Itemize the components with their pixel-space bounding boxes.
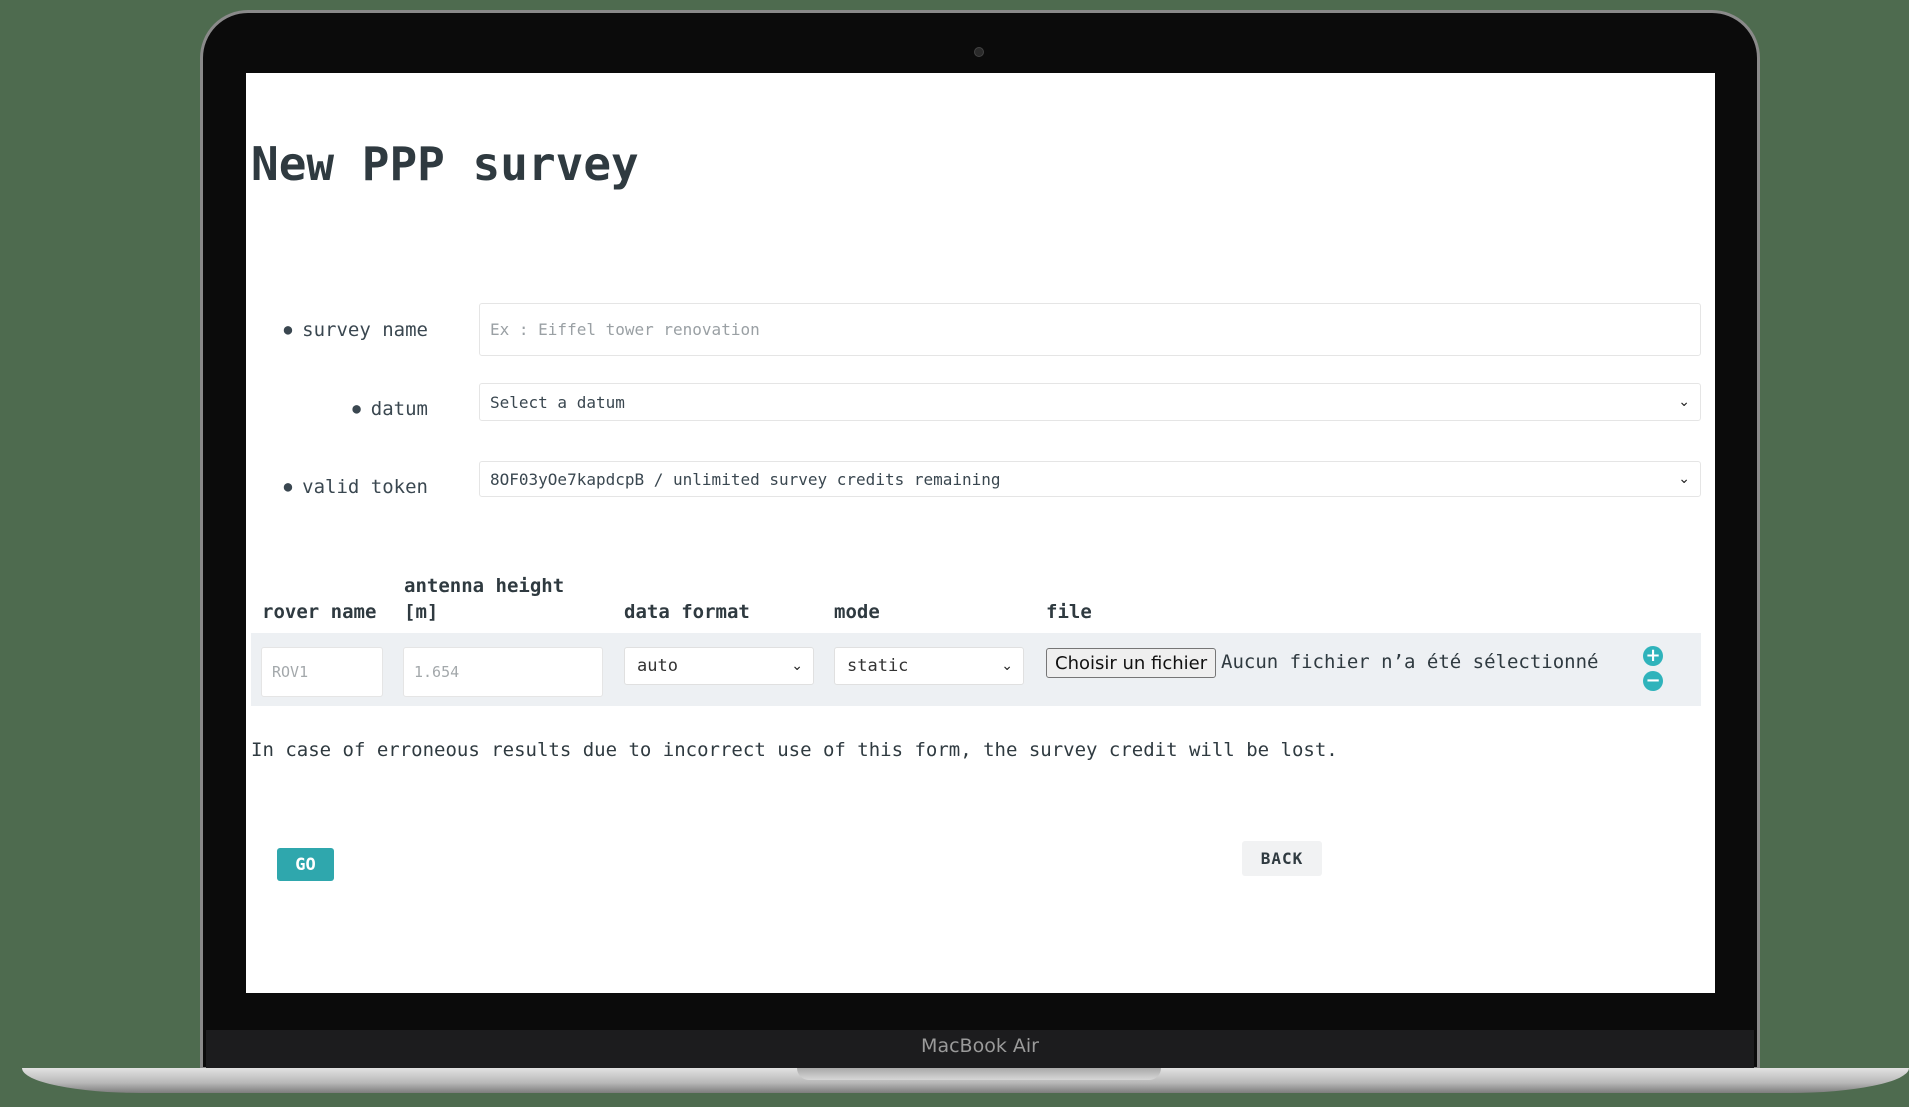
datum-select[interactable]: Select a datum ⌄ (479, 383, 1701, 421)
chevron-down-icon: ⌄ (1001, 658, 1013, 674)
plus-circle-icon[interactable]: + (1643, 646, 1663, 666)
header-antenna-height: antenna height [m] (404, 573, 564, 625)
choose-file-button[interactable]: Choisir un fichier (1046, 648, 1217, 678)
minus-circle-icon[interactable]: − (1643, 671, 1663, 691)
valid-token-select[interactable]: 8OF03yOe7kapdcpB / unlimited survey cred… (479, 461, 1701, 497)
antenna-height-placeholder: 1.654 (414, 663, 460, 681)
survey-name-label: ● survey name (284, 319, 428, 341)
valid-token-selected: 8OF03yOe7kapdcpB / unlimited survey cred… (490, 469, 1001, 489)
page-title: New PPP survey (251, 137, 639, 191)
file-status: Aucun fichier n’a été sélectionné (1221, 651, 1599, 673)
go-button[interactable]: GO (277, 848, 334, 881)
eye-icon: ● (352, 401, 361, 417)
datum-label: ● datum (352, 398, 428, 420)
header-antenna-height-line2: [m] (404, 601, 439, 623)
data-format-selected: auto (637, 656, 678, 676)
eye-icon: ● (283, 322, 293, 338)
chevron-down-icon: ⌄ (1678, 394, 1690, 410)
camera-dot (974, 47, 984, 57)
valid-token-label-text: valid token (302, 476, 428, 498)
back-button[interactable]: BACK (1242, 841, 1322, 876)
chevron-down-icon: ⌄ (1678, 471, 1690, 487)
eye-icon: ● (283, 479, 293, 495)
header-data-format: data format (624, 601, 750, 623)
brand-label: MacBook Air (921, 1035, 1039, 1057)
datum-selected: Select a datum (490, 392, 625, 412)
credit-warning: In case of erroneous results due to inco… (251, 739, 1338, 761)
survey-name-placeholder: Ex : Eiffel tower renovation (490, 320, 760, 339)
data-format-select[interactable]: auto ⌄ (624, 647, 814, 685)
mode-selected: static (847, 656, 909, 676)
header-mode: mode (834, 601, 880, 623)
mode-select[interactable]: static ⌄ (834, 647, 1024, 685)
rover-name-placeholder: ROV1 (272, 663, 309, 681)
chevron-down-icon: ⌄ (791, 658, 803, 674)
rover-name-input[interactable]: ROV1 (261, 647, 383, 697)
survey-name-label-text: survey name (302, 319, 428, 341)
survey-name-input[interactable]: Ex : Eiffel tower renovation (479, 303, 1701, 356)
header-file: file (1046, 601, 1092, 623)
antenna-height-input[interactable]: 1.654 (403, 647, 603, 697)
laptop-notch (797, 1068, 1161, 1080)
header-rover-name: rover name (262, 601, 377, 623)
valid-token-label: ● valid token (284, 476, 428, 498)
screen: New PPP survey ● survey name Ex : Eiffel… (246, 73, 1715, 993)
header-antenna-height-line1: antenna height (404, 575, 565, 597)
datum-label-text: datum (370, 398, 428, 420)
